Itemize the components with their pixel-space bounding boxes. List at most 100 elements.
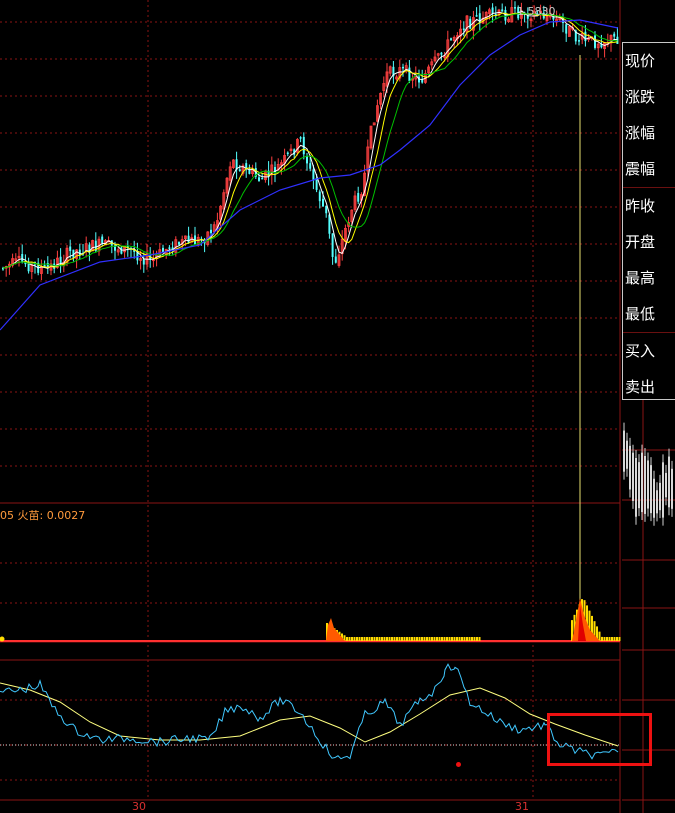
flame-bar — [406, 637, 408, 641]
info-open[interactable]: 开盘 — [623, 224, 675, 260]
candle-body-down — [258, 177, 260, 181]
indicator-prefix: 05 — [0, 509, 14, 522]
flame-bar — [613, 637, 616, 641]
flame-bar — [376, 637, 378, 641]
flame-bar — [603, 637, 606, 641]
quote-info-panel: 现价 涨跌 涨幅 震幅 昨收 开盘 最高 最低 买入 卖出 — [622, 42, 675, 400]
flame-bar — [468, 637, 471, 641]
info-prev-close[interactable]: 昨收 — [623, 187, 675, 224]
flame-bar — [421, 637, 423, 641]
candle-body-down — [101, 236, 104, 244]
flame-bar — [443, 637, 446, 641]
candle-body-down — [504, 9, 507, 21]
candle-body-down — [578, 40, 580, 42]
side-candle-body — [632, 452, 634, 501]
flame-bar — [416, 637, 418, 641]
side-candle-body — [638, 462, 640, 509]
flame-bar — [618, 637, 621, 641]
flame-bar — [471, 637, 473, 641]
candle-body-down — [334, 256, 337, 263]
info-high[interactable]: 最高 — [623, 260, 675, 296]
flame-bar — [391, 637, 393, 641]
flame-bar — [423, 637, 426, 641]
side-candle-body — [647, 460, 649, 509]
flame-bar — [388, 637, 391, 641]
x-axis-label-30: 30 — [132, 800, 146, 813]
flame-bar — [606, 637, 608, 641]
flame-bar — [346, 637, 348, 641]
info-current-price[interactable]: 现价 — [623, 43, 675, 79]
candle-body-down — [187, 235, 190, 243]
ma-line-mid — [2, 12, 618, 269]
info-bid[interactable]: 买入 — [623, 332, 675, 369]
flame-bar — [476, 637, 478, 641]
flame-bar — [451, 637, 453, 641]
flame-bar — [386, 637, 388, 641]
candle-body-down — [421, 79, 424, 83]
flame-bar — [616, 637, 618, 641]
flame-bar — [403, 637, 406, 641]
candle-body-down — [59, 256, 62, 264]
price-candlesticks — [2, 0, 619, 281]
info-ask[interactable]: 卖出 — [623, 369, 675, 405]
info-amplitude[interactable]: 震幅 — [623, 151, 675, 187]
side-candles-strip — [623, 422, 673, 526]
flame-bar — [611, 637, 613, 641]
side-candle-body — [653, 478, 655, 518]
candle-body-down — [408, 67, 411, 81]
candle-body-down — [178, 242, 180, 245]
side-candle-body — [662, 462, 664, 518]
flame-bar — [363, 637, 366, 641]
side-candle-body — [641, 452, 643, 513]
candle-body-down — [491, 7, 494, 14]
flame-bar — [438, 637, 441, 641]
ma-line-fast — [2, 10, 618, 269]
moving-average-lines — [0, 10, 619, 600]
side-candle-body — [644, 455, 646, 514]
candle-body-down — [318, 191, 321, 202]
kline-chart[interactable] — [0, 0, 675, 813]
flame-bar — [461, 637, 463, 641]
side-candle-body — [650, 465, 652, 514]
info-low[interactable]: 最低 — [623, 296, 675, 332]
candle-body-down — [210, 229, 212, 234]
info-change[interactable]: 涨跌 — [623, 79, 675, 115]
candle-body-down — [238, 169, 241, 171]
flame-bar — [378, 637, 381, 641]
info-change-percent[interactable]: 涨幅 — [623, 115, 675, 151]
flame-bar — [371, 637, 373, 641]
flame-bar — [408, 637, 411, 641]
flame-bar — [396, 637, 398, 641]
candle-body-down — [142, 258, 145, 265]
candle-body-down — [584, 31, 587, 42]
flame-bar — [413, 637, 416, 641]
candle-body-down — [306, 156, 308, 164]
flame-bar — [366, 637, 368, 641]
side-candle-body — [668, 456, 670, 508]
candle-body-down — [312, 169, 315, 181]
red-dot-marker — [456, 762, 461, 767]
flame-bar — [393, 637, 396, 641]
candle-body-down — [357, 192, 360, 202]
flame-bar — [448, 637, 451, 641]
side-candle-body — [656, 490, 658, 514]
candle-body-down — [475, 15, 478, 17]
flame-bar — [426, 637, 428, 641]
ma-line-long — [0, 19, 619, 331]
candle-body-down — [78, 249, 81, 256]
flame-bar — [418, 637, 421, 641]
flame-bar — [441, 637, 443, 641]
flame-bar — [466, 637, 468, 641]
flame-bar — [358, 637, 361, 641]
chart-grid — [0, 0, 675, 813]
flame-bar — [431, 637, 433, 641]
flame-bar — [473, 637, 476, 641]
side-candle-body — [635, 457, 637, 517]
flame-bar — [383, 637, 386, 641]
candle-body-down — [440, 52, 443, 55]
flame-bar — [456, 637, 458, 641]
flame-bar — [478, 637, 481, 641]
flame-bar — [463, 637, 466, 641]
candle-body-down — [402, 66, 404, 69]
candle-body-down — [299, 137, 302, 139]
